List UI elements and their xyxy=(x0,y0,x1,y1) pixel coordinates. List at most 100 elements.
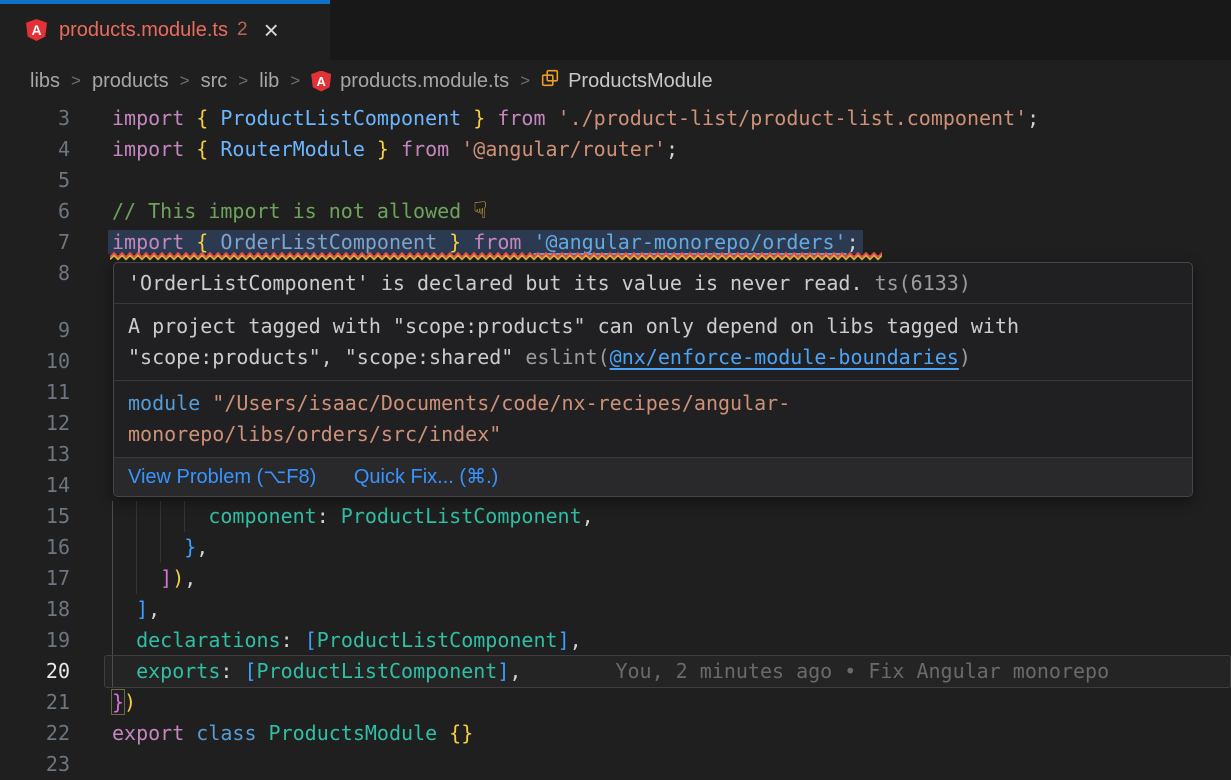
code-token: ; xyxy=(847,230,859,254)
breadcrumb-src[interactable]: src xyxy=(201,70,228,93)
line-number-23[interactable]: 23 xyxy=(0,749,70,780)
breadcrumb: libs > products > src > lib > A products… xyxy=(0,60,1231,102)
line-number-14[interactable]: 14 xyxy=(0,470,70,501)
view-problem-button[interactable]: View Problem (⌥F8) xyxy=(128,466,316,488)
line-number-21[interactable]: 21 xyxy=(0,687,70,718)
code-token: from xyxy=(461,230,533,254)
code-token: [ xyxy=(244,659,256,683)
line-number-20[interactable]: 20 xyxy=(0,656,70,687)
code-line-19[interactable]: 19 declarations: [ProductListComponent], xyxy=(0,625,1231,656)
code-token xyxy=(437,721,449,745)
hover-error-code: ts(6133) xyxy=(875,271,971,295)
breadcrumb-symbol[interactable]: ProductsModule xyxy=(568,70,713,93)
code-token: : xyxy=(220,659,244,683)
code-token: { xyxy=(196,106,220,130)
tab-products-module[interactable]: A products.module.ts 2 × xyxy=(0,0,330,60)
code-token: ] xyxy=(136,597,148,621)
line-number-19[interactable]: 19 xyxy=(0,625,70,656)
code-token: ] xyxy=(558,628,570,652)
breadcrumb-file[interactable]: products.module.ts xyxy=(340,70,509,93)
pointing-down-emoji: ☟ xyxy=(473,198,487,224)
line-number-10[interactable]: 10 xyxy=(0,346,70,377)
line-number-15[interactable]: 15 xyxy=(0,501,70,532)
chevron-right-icon: > xyxy=(71,71,81,91)
code-token: , xyxy=(148,597,160,621)
line-text: component: ProductListComponent, xyxy=(112,501,594,532)
module-path-line1: module "/Users/isaac/Documents/code/nx-r… xyxy=(128,388,1178,419)
code-token: import xyxy=(112,106,196,130)
code-token: } xyxy=(461,106,485,130)
code-line-23[interactable]: 23 xyxy=(0,749,1231,780)
code-token: class xyxy=(196,721,268,745)
hover-ts-error: 'OrderListComponent' is declared but its… xyxy=(114,263,1192,304)
error-hover-popup: 'OrderListComponent' is declared but its… xyxy=(113,262,1193,497)
code-line-3[interactable]: 3import { ProductListComponent } from '.… xyxy=(0,103,1231,134)
code-line-18[interactable]: 18 ], xyxy=(0,594,1231,625)
code-token: './product-list/product-list.component' xyxy=(558,106,1028,130)
eslint-rule-link[interactable]: @nx/enforce-module-boundaries xyxy=(610,345,959,369)
quick-fix-button[interactable]: Quick Fix... (⌘.) xyxy=(354,466,498,488)
code-token xyxy=(112,504,208,528)
line-number-17[interactable]: 17 xyxy=(0,563,70,594)
hover-rule-line1: A project tagged with "scope:products" c… xyxy=(128,311,1178,342)
code-token: } xyxy=(184,535,196,559)
code-line-6[interactable]: 6 // This import is not allowed ☟ xyxy=(0,196,1231,227)
line-text: import { OrderListComponent } from '@ang… xyxy=(112,227,859,258)
code-token: exports xyxy=(136,659,220,683)
chevron-right-icon: > xyxy=(180,71,190,91)
vscode-window: A products.module.ts 2 × libs > products… xyxy=(0,0,1231,780)
line-number-6[interactable]: 6 xyxy=(0,196,70,227)
line-number-5[interactable]: 5 xyxy=(0,165,70,196)
breadcrumb-libs[interactable]: libs xyxy=(30,70,60,93)
angular-icon: A xyxy=(311,71,331,92)
hover-error-message: 'OrderListComponent' is declared but its… xyxy=(128,271,863,295)
code-token xyxy=(112,628,136,652)
code-line-5[interactable]: 5 xyxy=(0,165,1231,196)
line-number-4[interactable]: 4 xyxy=(0,134,70,165)
code-token: , xyxy=(582,504,594,528)
code-token: : xyxy=(317,504,341,528)
module-path-continued: monorepo/libs/orders/src/index" xyxy=(128,422,501,446)
code-line-17[interactable]: 17 ]), xyxy=(0,563,1231,594)
module-path: "/Users/isaac/Documents/code/nx-recipes/… xyxy=(200,391,790,415)
line-number-11[interactable]: 11 xyxy=(0,377,70,408)
module-link[interactable]: '@angular-monorepo/orders' xyxy=(533,230,846,254)
line-number-22[interactable]: 22 xyxy=(0,718,70,749)
line-number-13[interactable]: 13 xyxy=(0,439,70,470)
line-number-12[interactable]: 12 xyxy=(0,408,70,439)
code-token: from xyxy=(485,106,557,130)
code-token: // This import is not allowed xyxy=(112,199,473,223)
line-number-9[interactable]: 9 xyxy=(0,315,70,346)
breadcrumb-lib[interactable]: lib xyxy=(259,70,279,93)
code-line-21[interactable]: 21}) xyxy=(0,687,1231,718)
line-number-3[interactable]: 3 xyxy=(0,103,70,134)
code-line-20[interactable]: 20 exports: [ProductListComponent],You, … xyxy=(0,656,1231,687)
code-token xyxy=(112,659,136,683)
code-token: declarations xyxy=(136,628,281,652)
line-number-8[interactable]: 8 xyxy=(0,258,70,289)
code-line-4[interactable]: 4import { RouterModule } from '@angular/… xyxy=(0,134,1231,165)
chevron-right-icon: > xyxy=(238,71,248,91)
code-token: , xyxy=(570,628,582,652)
code-token: , xyxy=(196,535,208,559)
code-token: RouterModule xyxy=(220,137,365,161)
tab-bar: A products.module.ts 2 × xyxy=(0,0,1231,60)
breadcrumb-products[interactable]: products xyxy=(92,70,169,93)
code-token: , xyxy=(184,566,196,590)
code-token: ) xyxy=(124,690,136,714)
code-line-16[interactable]: 16 }, xyxy=(0,532,1231,563)
code-line-22[interactable]: 22export class ProductsModule {} xyxy=(0,718,1231,749)
line-number-18[interactable]: 18 xyxy=(0,594,70,625)
line-number-7[interactable]: 7 xyxy=(0,227,70,258)
line-number-16[interactable]: 16 xyxy=(0,532,70,563)
close-icon[interactable]: × xyxy=(264,20,279,40)
class-symbol-icon xyxy=(541,69,559,93)
hover-module-info: module "/Users/isaac/Documents/code/nx-r… xyxy=(114,381,1192,458)
code-token: } xyxy=(437,230,461,254)
code-token: OrderListComponent xyxy=(220,230,437,254)
code-token: from xyxy=(389,137,461,161)
tab-title: products.module.ts xyxy=(59,19,228,42)
code-line-15[interactable]: 15 component: ProductListComponent, xyxy=(0,501,1231,532)
code-token: ProductsModule xyxy=(269,721,438,745)
code-line-7[interactable]: 7 import { OrderListComponent } from '@an… xyxy=(0,227,1231,258)
